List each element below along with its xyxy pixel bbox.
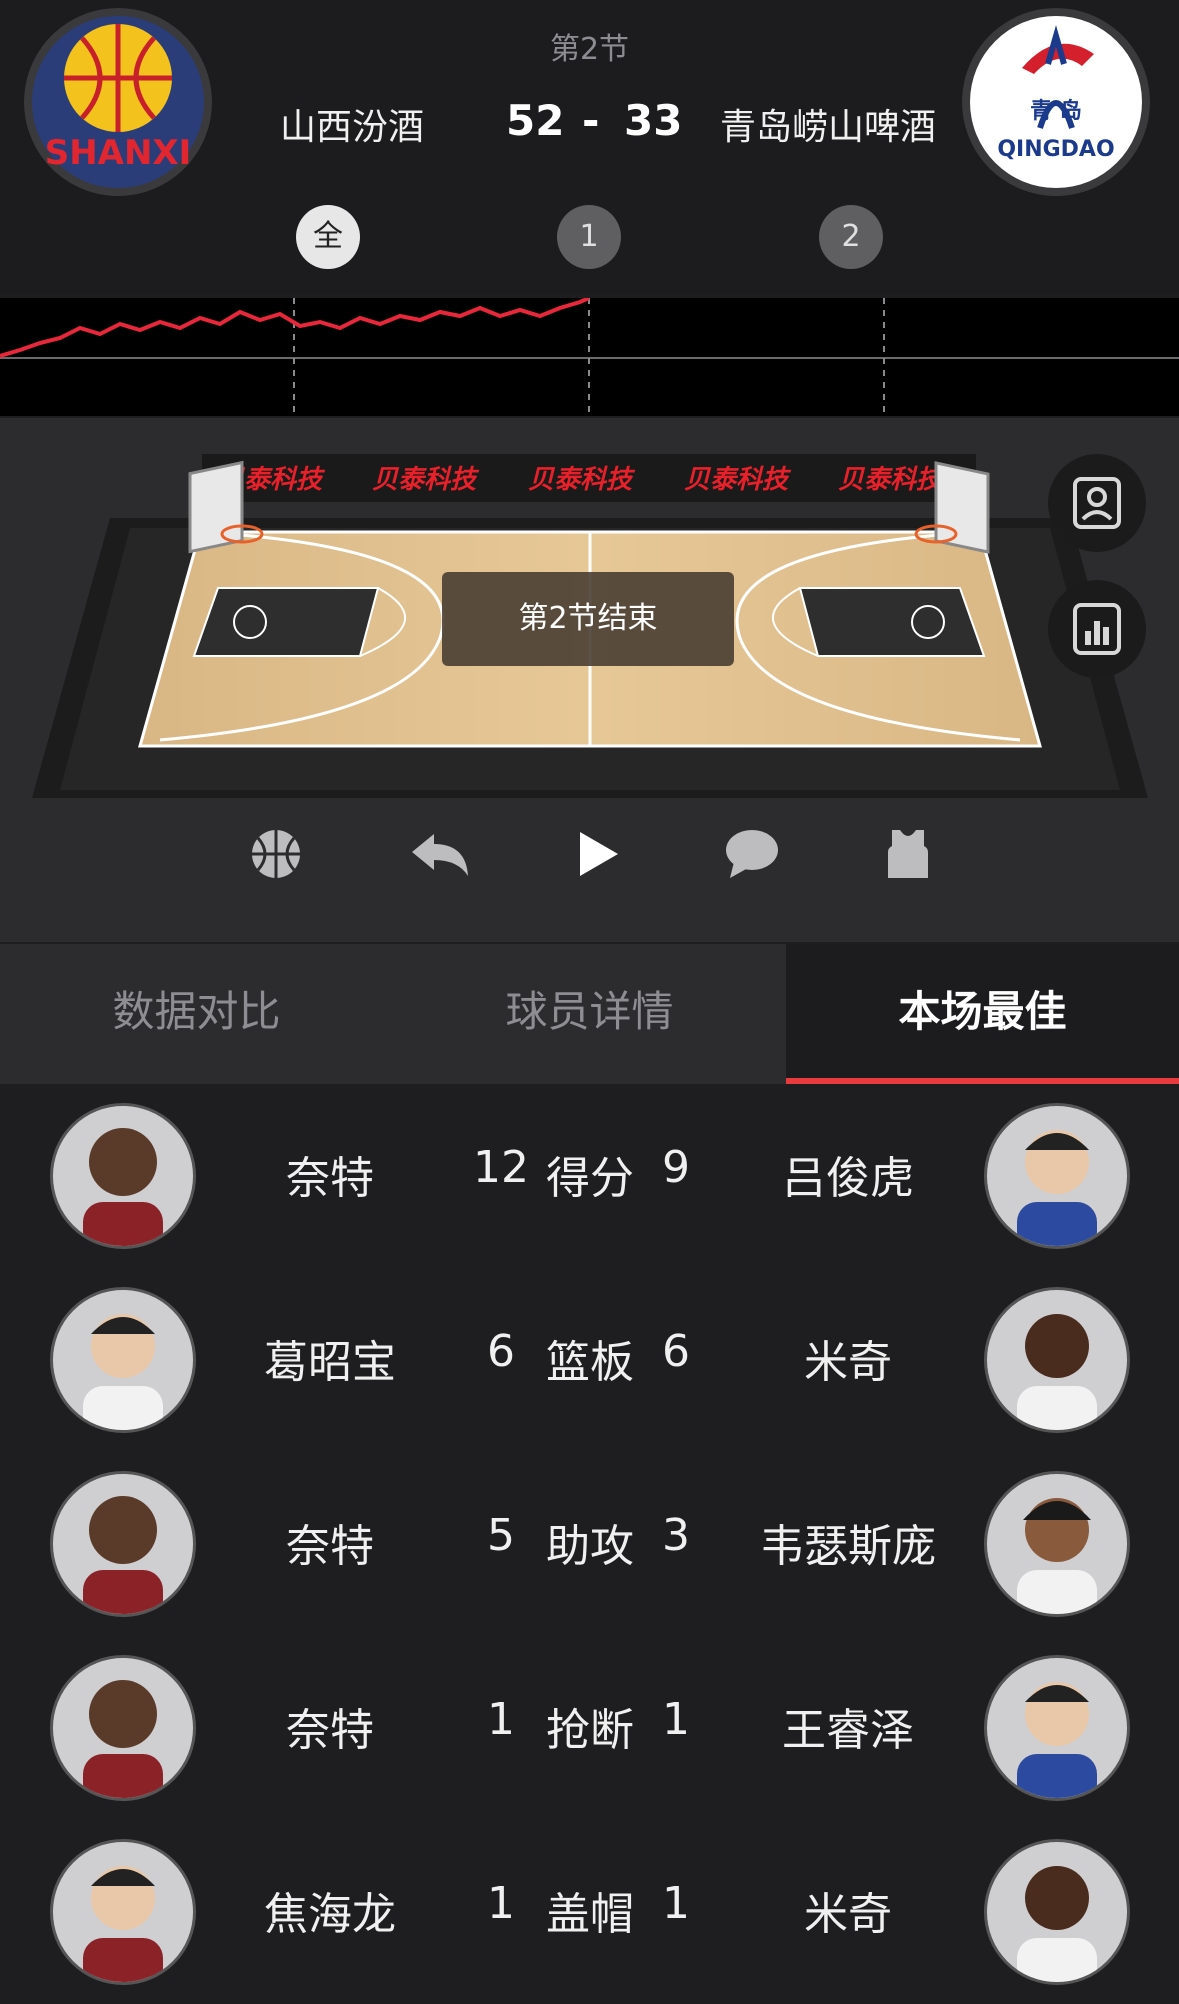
- stats-tabs: 数据对比 球员详情 本场最佳: [0, 944, 1179, 1084]
- away-player-avatar[interactable]: [984, 1103, 1130, 1249]
- score-trend-chart: [0, 296, 1179, 416]
- leader-row-rebounds[interactable]: 葛昭宝 6 篮板 6 米奇: [0, 1268, 1179, 1452]
- away-player-name[interactable]: 王睿泽: [723, 1694, 973, 1758]
- home-player-name[interactable]: 奈特: [205, 1694, 455, 1758]
- home-stat-value: 1: [487, 1878, 515, 1929]
- court-status-overlay: 第2节结束: [442, 572, 734, 666]
- scoreboard-header: SHANXI 第2节 山西汾酒 52 - 33 青岛崂山啤酒 青 岛 QINGD…: [0, 0, 1179, 295]
- sponsor-banner-item: 贝泰科技: [684, 465, 792, 495]
- home-stat-value: 5: [487, 1510, 515, 1561]
- court-view: 贝泰科技 贝泰科技 贝泰科技 贝泰科技 贝泰科技 第2节结束: [0, 418, 1179, 942]
- sponsor-banner-item: 贝泰科技: [838, 465, 946, 495]
- home-player-name[interactable]: 奈特: [205, 1510, 455, 1574]
- comment-button[interactable]: [720, 822, 784, 886]
- away-player-avatar[interactable]: [984, 1287, 1130, 1433]
- away-team-name[interactable]: 青岛崂山啤酒: [720, 98, 936, 150]
- sponsor-banner-item: 贝泰科技: [372, 465, 480, 495]
- away-logo-text: QINGDAO: [997, 137, 1114, 162]
- game-leaders-list: 奈特 12 得分 9 吕俊虎 葛昭宝 6 篮板 6 米奇 奈特 5 助攻 3 韦…: [0, 1084, 1179, 1985]
- play-button[interactable]: [566, 822, 630, 886]
- home-player-avatar[interactable]: [50, 1471, 196, 1617]
- away-player-name[interactable]: 韦瑟斯庞: [723, 1510, 973, 1574]
- away-player-avatar[interactable]: [984, 1839, 1130, 1985]
- away-player-name[interactable]: 吕俊虎: [723, 1142, 973, 1206]
- stat-category: 盖帽: [546, 1889, 634, 1940]
- score-separator: -: [582, 96, 600, 145]
- away-score: 33: [624, 96, 683, 145]
- stats-report-icon: [1073, 603, 1121, 655]
- stats-report-button[interactable]: [1048, 580, 1146, 678]
- home-score: 52: [506, 96, 565, 145]
- away-player-name[interactable]: 米奇: [723, 1326, 973, 1390]
- leader-row-steals[interactable]: 奈特 1 抢断 1 王睿泽: [0, 1636, 1179, 1820]
- stat-category: 篮板: [546, 1337, 634, 1388]
- player-card-icon: [1073, 477, 1121, 529]
- jersey-button[interactable]: [876, 822, 940, 886]
- leader-row-assists[interactable]: 奈特 5 助攻 3 韦瑟斯庞: [0, 1452, 1179, 1636]
- home-team-name[interactable]: 山西汾酒: [280, 98, 424, 150]
- home-logo-text: SHANXI: [45, 133, 192, 173]
- home-player-avatar[interactable]: [50, 1655, 196, 1801]
- home-stat-value: 6: [487, 1326, 515, 1377]
- away-logo-chars: 青 岛: [1030, 98, 1082, 124]
- replay-icon: [412, 834, 468, 876]
- away-team-logo[interactable]: 青 岛 QINGDAO: [962, 8, 1150, 196]
- stat-category: 抢断: [546, 1705, 634, 1756]
- replay-button[interactable]: [408, 822, 472, 886]
- home-stat-value: 12: [473, 1142, 529, 1193]
- comment-icon: [726, 830, 778, 878]
- home-player-avatar[interactable]: [50, 1103, 196, 1249]
- player-card-button[interactable]: [1048, 454, 1146, 552]
- tab-game-leaders[interactable]: 本场最佳: [786, 944, 1179, 1084]
- away-stat-value: 3: [662, 1510, 690, 1561]
- leader-row-blocks[interactable]: 焦海龙 1 盖帽 1 米奇: [0, 1820, 1179, 2004]
- basketball-icon: [252, 830, 300, 878]
- quarter-tab-2[interactable]: 2: [819, 205, 883, 269]
- away-stat-value: 9: [662, 1142, 690, 1193]
- home-player-avatar[interactable]: [50, 1287, 196, 1433]
- shot-chart-button[interactable]: [244, 822, 308, 886]
- away-stat-value: 1: [662, 1694, 690, 1745]
- home-player-avatar[interactable]: [50, 1839, 196, 1985]
- home-player-name[interactable]: 奈特: [205, 1142, 455, 1206]
- away-stat-value: 1: [662, 1878, 690, 1929]
- stat-category: 助攻: [546, 1521, 634, 1572]
- tab-data-compare[interactable]: 数据对比: [0, 944, 393, 1084]
- play-icon: [580, 832, 618, 876]
- sponsor-banner-item: 贝泰科技: [528, 465, 636, 495]
- away-player-avatar[interactable]: [984, 1655, 1130, 1801]
- leader-row-points[interactable]: 奈特 12 得分 9 吕俊虎: [0, 1084, 1179, 1268]
- home-player-name[interactable]: 葛昭宝: [205, 1326, 455, 1390]
- away-player-avatar[interactable]: [984, 1471, 1130, 1617]
- home-player-name[interactable]: 焦海龙: [205, 1878, 455, 1942]
- quarter-tab-1[interactable]: 1: [557, 205, 621, 269]
- away-player-name[interactable]: 米奇: [723, 1878, 973, 1942]
- tab-player-details[interactable]: 球员详情: [393, 944, 786, 1084]
- quarter-tab-all[interactable]: 全: [296, 205, 360, 269]
- stat-category: 得分: [546, 1153, 634, 1204]
- jersey-icon: [888, 830, 928, 878]
- home-stat-value: 1: [487, 1694, 515, 1745]
- away-stat-value: 6: [662, 1326, 690, 1377]
